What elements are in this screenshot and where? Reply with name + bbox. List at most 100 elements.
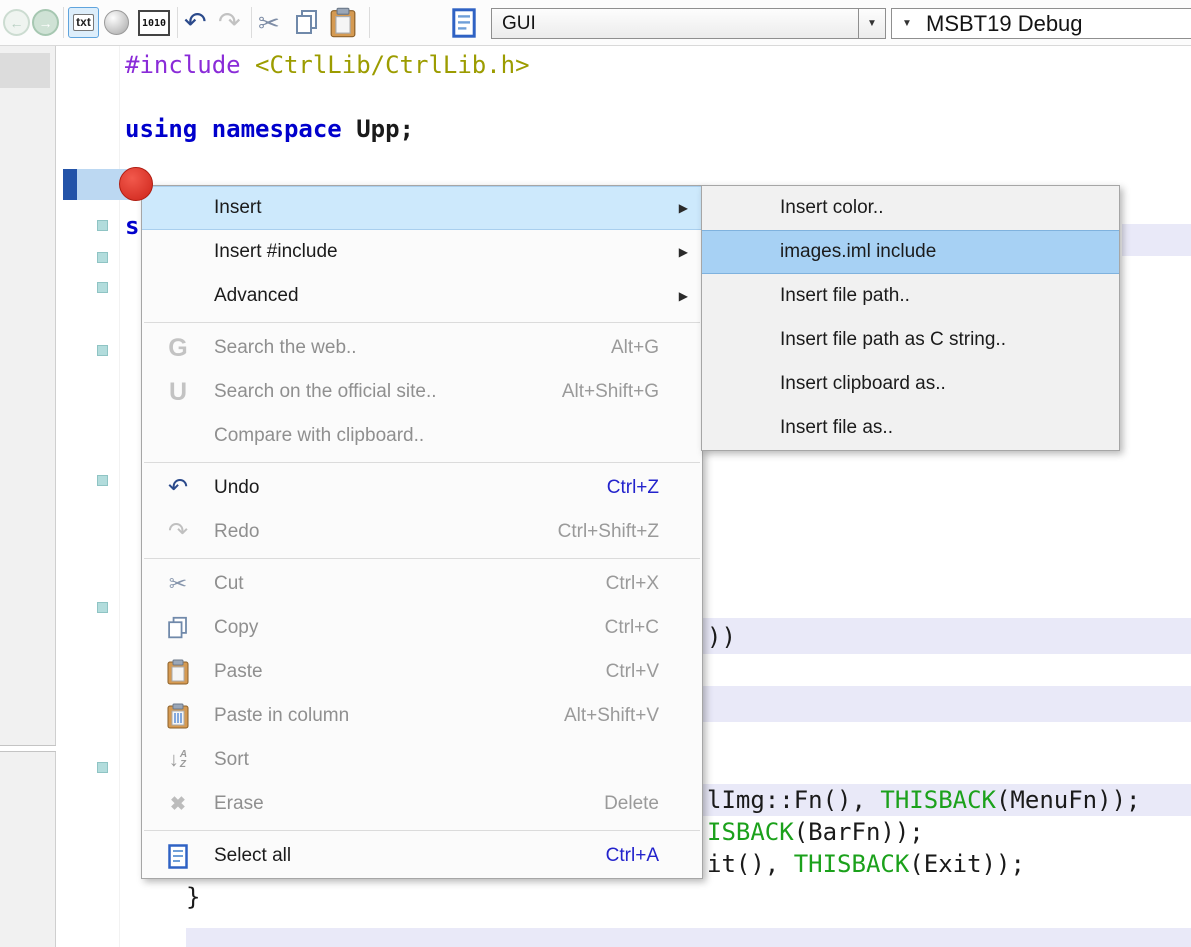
code-line-struct[interactable]: s xyxy=(125,210,139,242)
edited-line-marker xyxy=(97,475,108,486)
toolbar-separator xyxy=(63,7,64,38)
document-icon xyxy=(452,8,476,38)
menu-item-redo[interactable]: ↷ Redo Ctrl+Shift+Z xyxy=(142,510,702,554)
submenu-item-images-iml-include[interactable]: images.iml include xyxy=(702,230,1119,274)
undo-icon: ↶ xyxy=(184,7,207,37)
navigate-forward-button[interactable]: → xyxy=(32,9,59,36)
submenu-item-insert-file-path-c-string[interactable]: Insert file path as C string.. xyxy=(702,318,1119,362)
submenu-item-insert-clipboard-as[interactable]: Insert clipboard as.. xyxy=(702,362,1119,406)
menu-item-copy[interactable]: Copy Ctrl+C xyxy=(142,606,702,650)
block-highlight-band xyxy=(703,686,1191,722)
menu-icon-cell: U xyxy=(142,380,214,405)
sort-icon: ↓ AZ xyxy=(169,749,187,772)
menu-item-insert-include[interactable]: Insert #include ▶ xyxy=(142,230,702,274)
edited-line-marker xyxy=(97,602,108,613)
block-highlight-band xyxy=(1122,224,1191,256)
paste-button[interactable] xyxy=(330,7,356,43)
paste-icon xyxy=(330,7,356,38)
build-method-value: MSBT19 Debug xyxy=(922,11,1083,37)
block-highlight-band xyxy=(703,618,1191,654)
submenu-item-insert-file-path[interactable]: Insert file path.. xyxy=(702,274,1119,318)
text-mode-button[interactable]: txt xyxy=(68,7,99,38)
main-toolbar: ← → txt 1010 ↶ ↷ ✂ xyxy=(0,0,1191,46)
submenu-arrow-icon: ▶ xyxy=(679,245,692,259)
redo-icon: ↷ xyxy=(218,7,241,37)
code-line-using[interactable]: using namespace Upp; xyxy=(125,113,414,145)
copy-icon xyxy=(294,9,320,36)
menu-item-search-web[interactable]: G Search the web.. Alt+G xyxy=(142,326,702,370)
menu-icon-cell: ↶ xyxy=(142,476,214,500)
package-combo[interactable]: GUI ▼ xyxy=(491,8,886,39)
cut-button[interactable]: ✂ xyxy=(258,3,280,43)
edited-line-marker xyxy=(97,220,108,231)
workspace-panel xyxy=(0,46,56,947)
back-arrow-icon: ← xyxy=(10,15,24,31)
menu-item-cut[interactable]: ✂ Cut Ctrl+X xyxy=(142,562,702,606)
code-fragment[interactable]: it(), THISBACK(Exit)); xyxy=(707,848,1025,880)
menu-item-undo[interactable]: ↶ Undo Ctrl+Z xyxy=(142,466,702,510)
menu-item-select-all[interactable]: Select all Ctrl+A xyxy=(142,834,702,878)
paste-icon xyxy=(167,659,189,685)
menu-item-insert[interactable]: Insert ▶ xyxy=(142,186,702,230)
menu-separator xyxy=(144,322,700,323)
menu-item-search-official[interactable]: U Search on the official site.. Alt+Shif… xyxy=(142,370,702,414)
menu-icon-cell: ✖ xyxy=(142,795,214,814)
designer-mode-icon[interactable] xyxy=(104,10,129,35)
submenu-item-insert-file-as[interactable]: Insert file as.. xyxy=(702,406,1119,450)
package-combo-value: GUI xyxy=(492,13,858,35)
erase-icon: ✖ xyxy=(170,795,186,814)
cut-icon: ✂ xyxy=(258,8,280,38)
paste-column-icon xyxy=(167,703,189,729)
context-menu: Insert ▶ Insert #include ▶ Advanced ▶ G … xyxy=(141,185,703,879)
menu-icon-cell xyxy=(142,844,214,869)
submenu-item-insert-color[interactable]: Insert color.. xyxy=(702,186,1119,230)
panel-splitter[interactable] xyxy=(0,745,56,752)
block-highlight-band xyxy=(186,928,1191,947)
edited-line-marker xyxy=(97,345,108,356)
menu-item-paste[interactable]: Paste Ctrl+V xyxy=(142,650,702,694)
forward-arrow-icon: → xyxy=(39,15,53,31)
redo-button[interactable]: ↷ xyxy=(218,2,241,42)
menu-icon-cell: G xyxy=(142,336,214,361)
menu-item-erase[interactable]: ✖ Erase Delete xyxy=(142,782,702,826)
current-line-gutter-mark xyxy=(63,169,77,200)
menu-item-compare-clipboard[interactable]: Compare with clipboard.. xyxy=(142,414,702,458)
code-fragment[interactable]: )) xyxy=(707,621,736,653)
copy-icon xyxy=(166,616,190,640)
menu-separator xyxy=(144,462,700,463)
redo-icon: ↷ xyxy=(168,520,188,544)
menu-item-paste-in-column[interactable]: Paste in column Alt+Shift+V xyxy=(142,694,702,738)
submenu-arrow-icon: ▶ xyxy=(679,289,692,303)
chevron-down-icon[interactable]: ▼ xyxy=(858,9,885,38)
code-fragment[interactable]: ISBACK(BarFn)); xyxy=(707,816,924,848)
menu-icon-cell xyxy=(142,703,214,729)
toolbar-separator xyxy=(369,7,370,38)
code-line-brace[interactable]: } xyxy=(186,881,200,913)
edited-line-marker xyxy=(97,282,108,293)
navigate-back-button[interactable]: ← xyxy=(3,9,30,36)
menu-item-advanced[interactable]: Advanced ▶ xyxy=(142,274,702,318)
build-method-combo[interactable]: ▼ MSBT19 Debug xyxy=(891,8,1191,39)
google-icon: G xyxy=(168,336,187,361)
undo-button[interactable]: ↶ xyxy=(184,2,207,42)
menu-icon-cell xyxy=(142,659,214,685)
txt-icon: txt xyxy=(73,14,94,31)
edited-line-marker xyxy=(97,252,108,263)
menu-icon-cell: ↓ AZ xyxy=(142,749,214,772)
menu-icon-cell: ↷ xyxy=(142,520,214,544)
code-line-include[interactable]: #include <CtrlLib/CtrlLib.h> xyxy=(125,49,530,81)
upp-icon: U xyxy=(169,380,187,405)
toolbar-separator xyxy=(251,7,252,38)
binary-icon: 1010 xyxy=(142,18,166,29)
chevron-down-icon[interactable]: ▼ xyxy=(892,18,922,29)
hex-mode-button[interactable]: 1010 xyxy=(138,10,170,36)
ide-window: #include <CtrlLib/CtrlLib.h> using names… xyxy=(0,0,1191,947)
code-fragment[interactable]: lImg::Fn(), THISBACK(MenuFn)); xyxy=(707,784,1140,816)
toolbar-separator xyxy=(177,7,178,38)
menu-icon-cell xyxy=(142,616,214,640)
copy-button[interactable] xyxy=(294,9,320,41)
breakpoint-marker[interactable] xyxy=(119,167,153,201)
cut-icon: ✂ xyxy=(169,573,187,595)
menu-item-sort[interactable]: ↓ AZ Sort xyxy=(142,738,702,782)
select-all-button[interactable] xyxy=(452,8,476,43)
